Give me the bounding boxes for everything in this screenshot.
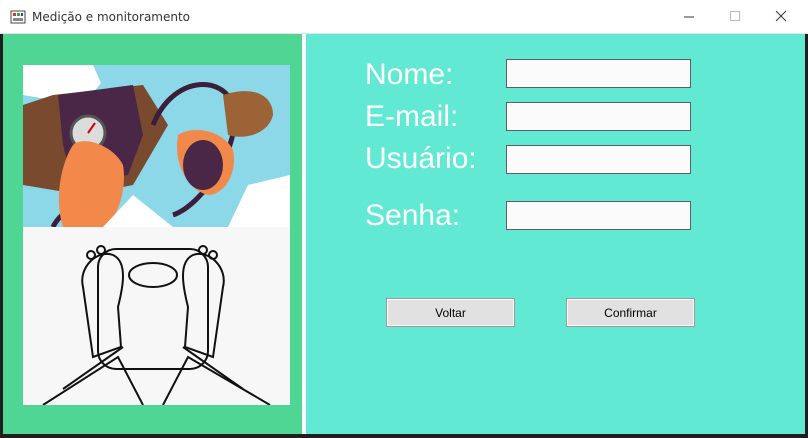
left-panel	[3, 34, 302, 434]
maximize-icon[interactable]	[712, 0, 758, 33]
blood-pressure-graphic	[23, 65, 290, 227]
back-button[interactable]: Voltar	[386, 298, 515, 327]
name-field[interactable]	[506, 59, 691, 88]
title-bar: Medição e monitoramento	[0, 0, 808, 34]
close-icon[interactable]	[758, 0, 804, 33]
email-label: E-mail:	[365, 100, 459, 133]
minimize-icon[interactable]	[666, 0, 712, 33]
blood-pressure-illustration	[23, 65, 290, 227]
app-icon	[10, 10, 26, 24]
confirm-button[interactable]: Confirmar	[566, 298, 695, 327]
app-window: Medição e monitoramento Nome: E-mail: Us…	[0, 0, 808, 438]
user-field[interactable]	[506, 145, 691, 174]
scale-illustration	[23, 227, 290, 405]
password-field[interactable]	[506, 201, 691, 230]
scale-graphic	[23, 227, 290, 405]
form-panel: Nome: E-mail: Usuário: Senha: Voltar Con…	[306, 34, 805, 434]
user-label: Usuário:	[365, 142, 477, 175]
name-label: Nome:	[365, 58, 454, 91]
email-field[interactable]	[506, 102, 691, 131]
client-area: Nome: E-mail: Usuário: Senha: Voltar Con…	[3, 34, 805, 434]
window-title: Medição e monitoramento	[32, 10, 191, 24]
password-label: Senha:	[365, 199, 461, 232]
